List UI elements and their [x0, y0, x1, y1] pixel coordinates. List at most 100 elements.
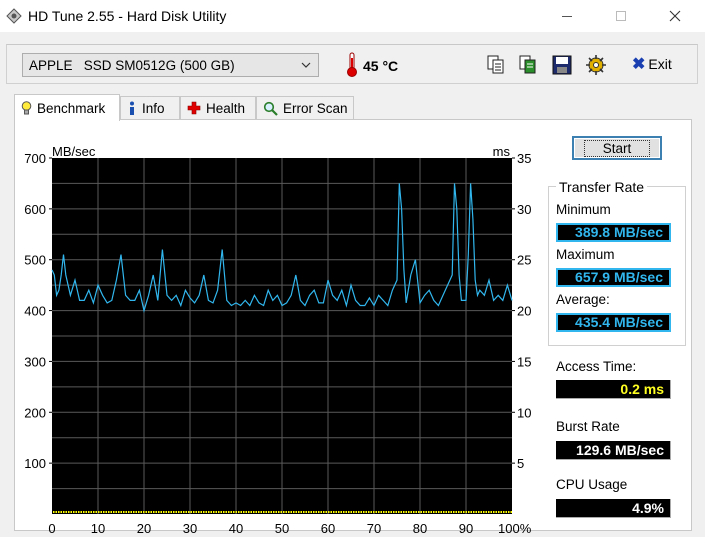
- access-time-point: [458, 511, 460, 513]
- access-time-point: [205, 511, 207, 513]
- access-time-point: [183, 511, 185, 513]
- lightbulb-icon: [21, 100, 32, 114]
- access-time-point: [95, 511, 97, 513]
- access-time-point: [275, 511, 277, 513]
- access-time-point: [75, 511, 77, 513]
- access-time-point: [268, 511, 270, 513]
- access-time-point: [200, 511, 202, 513]
- access-time-point: [450, 511, 452, 513]
- x-tick-label: 100%: [498, 521, 532, 536]
- access-time-point: [380, 511, 382, 513]
- access-time-point: [455, 511, 457, 513]
- access-time-point: [265, 511, 267, 513]
- access-time-point: [103, 511, 105, 513]
- access-time-point: [493, 511, 495, 513]
- exit-button[interactable]: ✖ Exit: [632, 54, 672, 74]
- y-right-tick-label: 25: [517, 253, 531, 268]
- access-time-point: [160, 511, 162, 513]
- access-time-point: [413, 511, 415, 513]
- access-time-point: [358, 511, 360, 513]
- access-time-point: [178, 511, 180, 513]
- access-time-point: [303, 511, 305, 513]
- copy-screen-icon[interactable]: [517, 54, 539, 76]
- y-left-tick-label: 500: [24, 253, 46, 268]
- y-left-tick-label: 600: [24, 202, 46, 217]
- title-bar: HD Tune 2.55 - Hard Disk Utility: [0, 0, 705, 32]
- access-time-point: [330, 511, 332, 513]
- access-time-point: [220, 511, 222, 513]
- access-time-point: [58, 511, 60, 513]
- y-left-tick-label: 400: [24, 304, 46, 319]
- access-time-point: [335, 511, 337, 513]
- average-label: Average:: [556, 292, 610, 307]
- access-time-point: [350, 511, 352, 513]
- access-time-point: [370, 511, 372, 513]
- x-tick-label: 10: [91, 521, 105, 536]
- access-time-point: [135, 511, 137, 513]
- access-time-point: [258, 511, 260, 513]
- minimize-button[interactable]: [544, 0, 590, 32]
- access-time-point: [395, 511, 397, 513]
- access-time-point: [105, 511, 107, 513]
- y-right-tick-label: 20: [517, 304, 531, 319]
- access-time-point: [208, 511, 210, 513]
- access-time-point: [240, 511, 242, 513]
- close-button[interactable]: [652, 0, 698, 32]
- save-icon[interactable]: [551, 54, 573, 76]
- drive-select[interactable]: APPLE SSD SM0512G (500 GB): [22, 53, 319, 77]
- x-tick-label: 30: [183, 521, 197, 536]
- access-time-point: [73, 511, 75, 513]
- tab-benchmark[interactable]: Benchmark: [14, 94, 120, 121]
- access-time-point: [475, 511, 477, 513]
- maximize-button[interactable]: [598, 0, 644, 32]
- access-time-point: [435, 511, 437, 513]
- access-time-point: [365, 511, 367, 513]
- x-tick-label: 80: [413, 521, 427, 536]
- exit-icon: ✖: [632, 56, 646, 73]
- access-time-point: [310, 511, 312, 513]
- access-time-point: [388, 511, 390, 513]
- access-time-point: [488, 511, 490, 513]
- access-time-point: [243, 511, 245, 513]
- access-time-point: [480, 511, 482, 513]
- access-time-point: [163, 511, 165, 513]
- access-time-point: [250, 511, 252, 513]
- tab-benchmark-label: Benchmark: [37, 100, 106, 116]
- access-time-point: [300, 511, 302, 513]
- access-time-point: [145, 511, 147, 513]
- y-left-tick-label: 700: [24, 151, 46, 166]
- x-tick-label: 0: [48, 521, 55, 536]
- access-time-point: [510, 511, 512, 513]
- access-time-point: [83, 511, 85, 513]
- copy-info-icon[interactable]: [485, 54, 507, 76]
- access-time-point: [120, 511, 122, 513]
- access-time-point: [465, 511, 467, 513]
- access-time-point: [138, 511, 140, 513]
- access-time-point: [100, 511, 102, 513]
- access-time-point: [355, 511, 357, 513]
- access-time-point: [285, 511, 287, 513]
- access-time-point: [293, 511, 295, 513]
- access-time-point: [290, 511, 292, 513]
- thermometer-icon: [347, 52, 357, 77]
- access-time-point: [170, 511, 172, 513]
- access-time-point: [473, 511, 475, 513]
- burst-rate-value: 129.6 MB/sec: [556, 441, 671, 460]
- access-time-point: [415, 511, 417, 513]
- access-time-point: [255, 511, 257, 513]
- access-time-label: Access Time:: [556, 359, 637, 374]
- access-time-point: [425, 511, 427, 513]
- options-gear-icon[interactable]: [585, 54, 607, 76]
- access-time-point: [235, 511, 237, 513]
- access-time-point: [85, 511, 87, 513]
- access-time-point: [375, 511, 377, 513]
- start-button[interactable]: Start: [572, 136, 662, 160]
- access-time-point: [230, 511, 232, 513]
- access-time-point: [118, 511, 120, 513]
- access-time-point: [308, 511, 310, 513]
- y-right-tick-label: 30: [517, 202, 531, 217]
- access-time-point: [198, 511, 200, 513]
- temperature-readout: 45 °C: [363, 58, 399, 74]
- access-time-point: [385, 511, 387, 513]
- maximize-icon: [616, 11, 626, 21]
